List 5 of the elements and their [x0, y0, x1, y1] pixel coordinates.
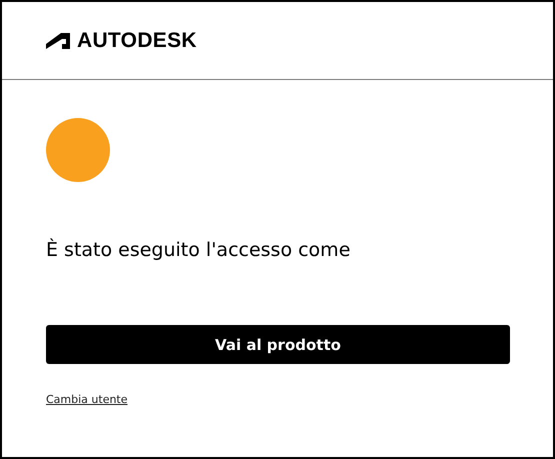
go-to-product-button[interactable]: Vai al prodotto	[46, 325, 510, 364]
logo-icon	[46, 32, 70, 48]
logo-text: AUTODESK	[77, 30, 197, 51]
switch-user-link[interactable]: Cambia utente	[46, 393, 128, 406]
signed-in-message: È stato eseguito l'accesso come	[46, 238, 350, 262]
